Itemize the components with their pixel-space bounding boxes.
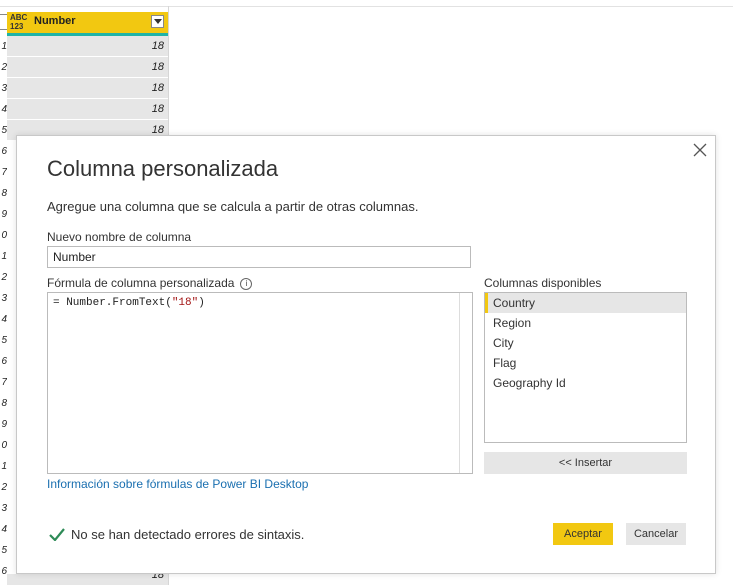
formula-close-paren: ) xyxy=(198,297,205,309)
row-number: 9 xyxy=(1,209,7,220)
cell-value: 18 xyxy=(151,574,164,581)
row-number: 5 xyxy=(1,335,7,346)
formula-text[interactable]: = Number.FromText("18") xyxy=(53,297,205,309)
formula-code: = Number.FromText( xyxy=(53,297,172,309)
cell-value: 18 xyxy=(151,82,164,94)
row-number: 5 xyxy=(1,125,7,136)
row-number: 6 xyxy=(1,146,7,157)
grid-top-divider xyxy=(0,6,733,7)
row-number: 8 xyxy=(1,398,7,409)
info-icon[interactable]: i xyxy=(240,277,253,290)
row-number: 4 xyxy=(1,524,7,535)
cell-value: 18 xyxy=(151,103,164,115)
type-any-icon[interactable]: ABC 123 xyxy=(10,13,27,31)
row-number: 4 xyxy=(1,104,7,115)
column-item-flag[interactable]: Flag xyxy=(485,353,686,373)
cancel-button[interactable]: Cancelar xyxy=(626,523,686,545)
formula-editor[interactable]: = Number.FromText("18") xyxy=(47,292,473,474)
dialog-description: Agregue una columna que se calcula a par… xyxy=(47,199,419,214)
row-number: 0 xyxy=(1,440,7,451)
formula-label-text: Fórmula de columna personalizada xyxy=(47,276,235,290)
column-item-region[interactable]: Region xyxy=(485,313,686,333)
row-number: 1 xyxy=(1,41,7,52)
row-number: 1 xyxy=(1,251,7,262)
column-name-label: Nuevo nombre de columna xyxy=(47,230,192,244)
insert-button[interactable]: << Insertar xyxy=(484,452,687,474)
table-cell[interactable]: 18 xyxy=(7,99,168,120)
table-cell[interactable]: 18 xyxy=(7,78,168,99)
column-item-city[interactable]: City xyxy=(485,333,686,353)
formula-label: Fórmula de columna personalizada i xyxy=(47,276,253,290)
chevron-down-icon[interactable] xyxy=(151,15,164,28)
row-number: 6 xyxy=(1,356,7,367)
row-number: 9 xyxy=(1,419,7,430)
accept-button[interactable]: Aceptar xyxy=(553,523,613,545)
available-columns-list[interactable]: Country Region City Flag Geography Id xyxy=(484,292,687,443)
cell-value: 18 xyxy=(151,61,164,73)
formula-help-link[interactable]: Información sobre fórmulas de Power BI D… xyxy=(47,477,308,491)
row-number: 3 xyxy=(1,293,7,304)
row-number: 2 xyxy=(1,62,7,73)
syntax-status-text: No se han detectado errores de sintaxis. xyxy=(71,527,305,542)
custom-column-dialog: Columna personalizada Agregue una column… xyxy=(16,135,716,574)
row-number: 3 xyxy=(1,503,7,514)
table-cell[interactable]: 18 xyxy=(7,36,168,57)
row-number: 3 xyxy=(1,83,7,94)
formula-scrollbar[interactable] xyxy=(459,293,460,473)
table-cell[interactable]: 18 xyxy=(7,574,168,586)
row-number: 7 xyxy=(1,167,7,178)
row-number: 2 xyxy=(1,272,7,283)
row-number: 8 xyxy=(1,188,7,199)
row-number: 0 xyxy=(1,230,7,241)
row-number: 7 xyxy=(1,377,7,388)
syntax-status: No se han detectado errores de sintaxis. xyxy=(49,527,304,544)
dialog-title: Columna personalizada xyxy=(47,156,279,181)
row-number: 4 xyxy=(1,314,7,325)
column-name-input[interactable] xyxy=(47,246,471,268)
row-number: 1 xyxy=(1,461,7,472)
column-item-geography-id[interactable]: Geography Id xyxy=(485,373,686,393)
check-icon xyxy=(49,527,65,544)
row-number: 5 xyxy=(1,545,7,556)
column-header-number[interactable]: ABC 123 Number xyxy=(7,12,168,36)
close-icon[interactable] xyxy=(693,143,707,157)
row-number: 2 xyxy=(1,482,7,493)
row-number: 6 xyxy=(1,566,7,577)
column-header-label: Number xyxy=(34,15,76,27)
table-cell[interactable]: 18 xyxy=(7,57,168,78)
formula-string-literal: "18" xyxy=(171,297,199,309)
cell-value: 18 xyxy=(151,40,164,52)
available-columns-label: Columnas disponibles xyxy=(484,276,602,290)
column-item-country[interactable]: Country xyxy=(485,293,686,313)
